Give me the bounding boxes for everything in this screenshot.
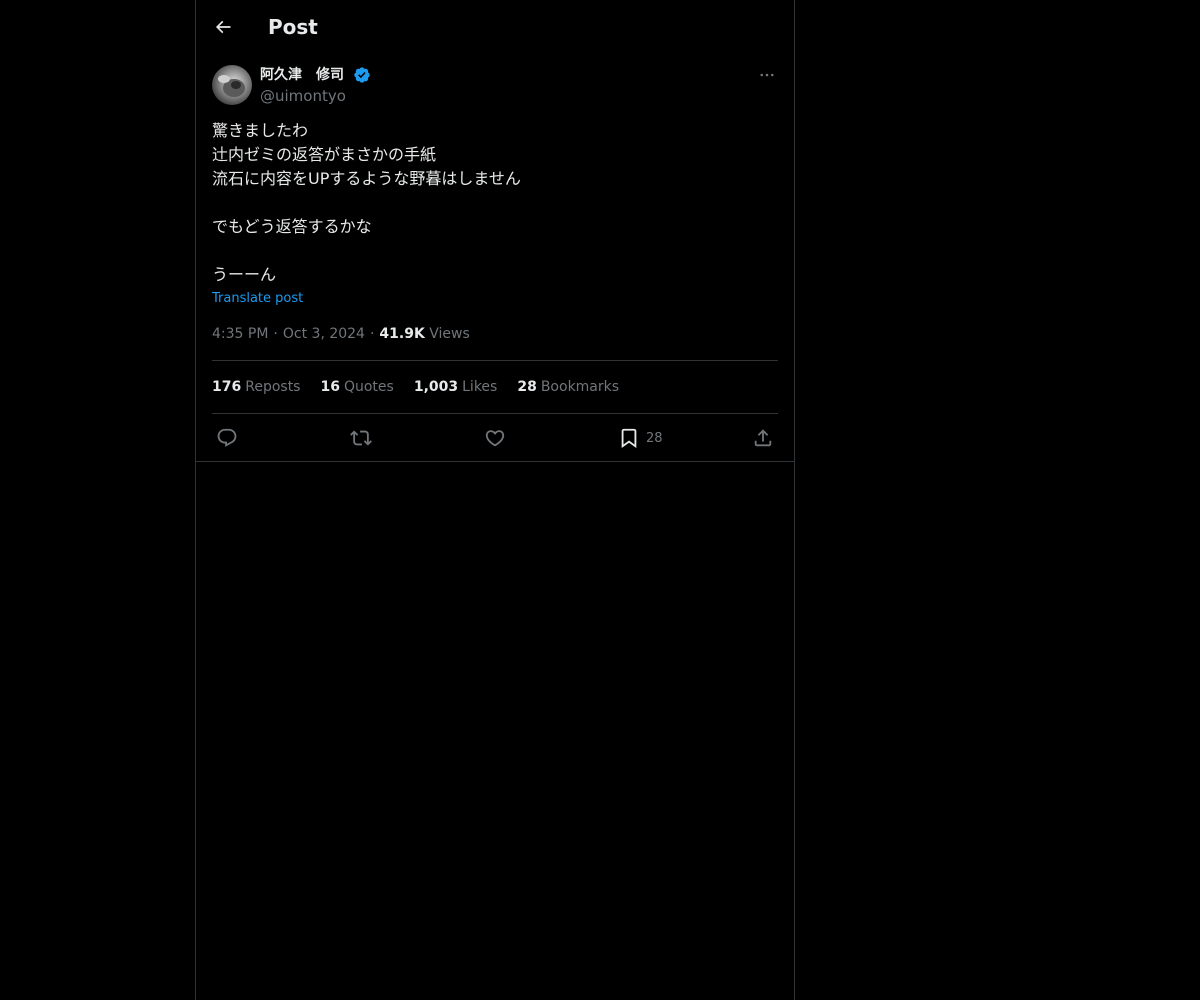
back-button[interactable]	[208, 10, 238, 44]
meta-separator: ·	[369, 326, 375, 342]
post-bottom-divider	[196, 461, 794, 462]
views-count: 41.9K	[379, 326, 425, 342]
post-meta: 4:35 PM · Oct 3, 2024 · 41.9K Views	[212, 324, 470, 344]
post-date[interactable]: Oct 3, 2024	[283, 326, 365, 342]
post-time[interactable]: 4:35 PM	[212, 326, 268, 342]
arrow-left-icon	[215, 20, 231, 34]
post-stats: 176 Reposts 16 Quotes 1,003 Likes 28 Bookmarks	[212, 377, 639, 397]
author-handle[interactable]: @uimontyo	[260, 86, 346, 106]
post-text-line: 辻内ゼミの返答がまさかの手紙	[212, 145, 437, 164]
bookmark-count: 28	[646, 430, 663, 446]
more-horizontal-icon	[760, 73, 774, 77]
reply-icon	[217, 428, 237, 447]
avatar[interactable]	[212, 65, 252, 105]
reposts-count: 176	[212, 379, 242, 395]
divider	[212, 360, 778, 361]
author-name[interactable]: 阿久津 修司	[260, 66, 344, 84]
bookmarks-label: Bookmarks	[540, 379, 620, 395]
post-text-line	[212, 239, 778, 263]
meta-separator: ·	[273, 326, 278, 342]
post-text-line: 驚きましたわ	[212, 121, 309, 140]
bookmark-button[interactable]: 28	[618, 424, 663, 452]
bookmarks-stat[interactable]: 28 Bookmarks	[517, 377, 619, 397]
repost-icon	[350, 430, 372, 446]
reposts-stat[interactable]: 176 Reposts	[212, 377, 300, 397]
post-text: 驚きましたわ 辻内ゼミの返答がまさかの手紙 流石に内容をUPするような野暮はしま…	[212, 119, 778, 287]
like-button[interactable]	[484, 424, 506, 452]
main-column: Post 阿久津 修司 @uimontyo 驚きましたわ 辻内ゼミの返答がまさか…	[195, 0, 795, 1000]
divider	[212, 413, 778, 414]
quotes-label: Quotes	[343, 379, 394, 395]
share-icon	[754, 429, 772, 447]
share-button[interactable]	[752, 424, 774, 452]
post-text-line: でもどう返答するかな	[212, 217, 372, 236]
reply-button[interactable]	[216, 424, 238, 452]
likes-stat[interactable]: 1,003 Likes	[414, 377, 498, 397]
post-author-row: 阿久津 修司 @uimontyo	[212, 64, 778, 108]
repost-button[interactable]	[350, 424, 372, 452]
post-actions: 28	[212, 424, 778, 452]
bookmarks-count: 28	[517, 379, 537, 395]
verified-badge-icon	[354, 67, 370, 83]
post-text-line: うーーん	[212, 265, 277, 284]
more-options-button[interactable]	[756, 64, 778, 86]
post-text-line: 流石に内容をUPするような野暮はしません	[212, 169, 521, 188]
bookmark-icon	[621, 428, 637, 449]
heart-icon	[485, 430, 505, 447]
post-text-line	[212, 191, 778, 215]
quotes-stat[interactable]: 16 Quotes	[320, 377, 393, 397]
page-header: Post	[196, 0, 794, 53]
quotes-count: 16	[320, 379, 340, 395]
page-title: Post	[268, 15, 318, 39]
reposts-label: Reposts	[245, 379, 301, 395]
likes-label: Likes	[462, 379, 498, 395]
translate-post-link[interactable]: Translate post	[212, 290, 303, 308]
views-label: Views	[429, 326, 470, 342]
likes-count: 1,003	[413, 379, 459, 395]
